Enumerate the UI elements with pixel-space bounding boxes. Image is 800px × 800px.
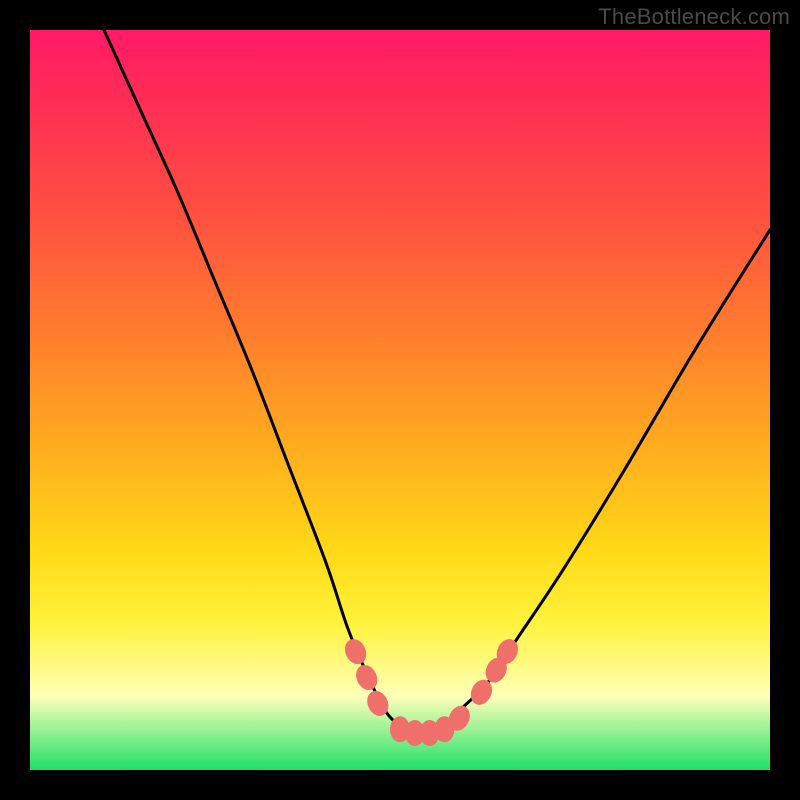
plot-area	[30, 30, 770, 770]
watermark-text: TheBottleneck.com	[598, 4, 790, 30]
curve-svg	[30, 30, 770, 770]
bottleneck-curve	[104, 30, 770, 734]
curve-marker	[341, 636, 370, 668]
curve-marker	[352, 661, 381, 693]
marker-group	[341, 636, 522, 746]
curve-group	[104, 30, 770, 734]
chart-frame: TheBottleneck.com	[0, 0, 800, 800]
